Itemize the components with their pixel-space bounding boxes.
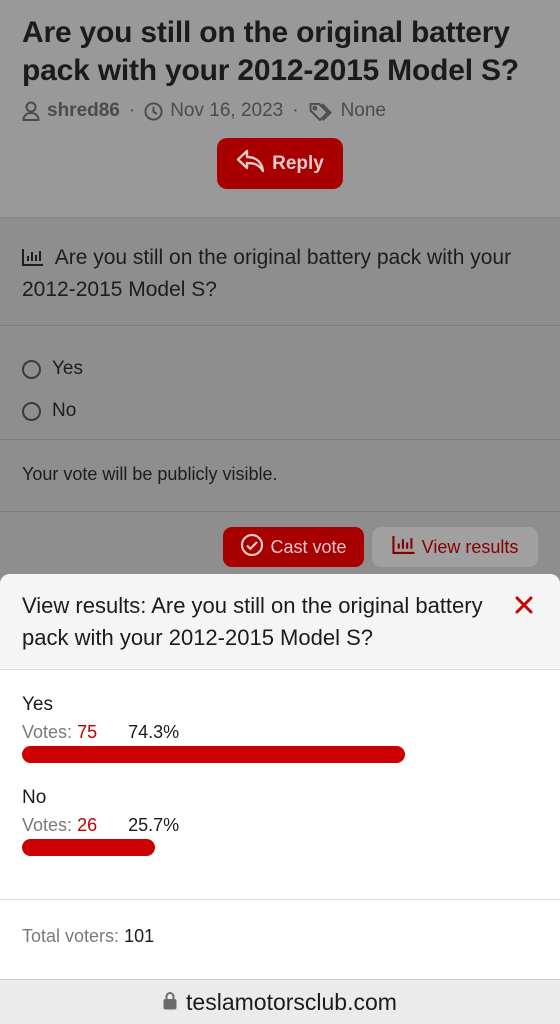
votes-prefix: Votes: bbox=[22, 722, 73, 742]
total-voters-label: Total voters: bbox=[22, 926, 120, 946]
poll-options: Yes No bbox=[0, 326, 560, 440]
reply-button[interactable]: Reply bbox=[217, 138, 343, 189]
lock-icon bbox=[163, 989, 177, 1016]
poll-question-text: Are you still on the original battery pa… bbox=[22, 246, 512, 301]
tag-icon bbox=[308, 102, 334, 121]
poll-chart-icon bbox=[22, 246, 55, 269]
poll-option-yes[interactable]: Yes bbox=[22, 348, 538, 390]
total-voters: Total voters: 101 bbox=[0, 900, 560, 947]
result-votes: Votes: 26 25.7% bbox=[22, 815, 538, 835]
result-label: Yes bbox=[22, 694, 53, 715]
view-results-button[interactable]: View results bbox=[372, 527, 538, 567]
view-results-label: View results bbox=[421, 536, 519, 557]
poll-question: Are you still on the original battery pa… bbox=[0, 218, 560, 326]
reply-icon bbox=[236, 149, 266, 179]
close-icon[interactable] bbox=[512, 593, 536, 617]
vote-count[interactable]: 26 bbox=[77, 815, 97, 835]
results-modal-title: View results: Are you still on the origi… bbox=[22, 593, 483, 650]
poll-chart-icon bbox=[392, 535, 416, 559]
thread-tags: None bbox=[340, 100, 386, 121]
poll-option-no[interactable]: No bbox=[22, 390, 538, 432]
browser-domain: teslamotorsclub.com bbox=[186, 988, 397, 1015]
results-list: Yes Votes: 75 74.3% No Votes: 26 25.7% bbox=[0, 670, 560, 900]
meta-separator: · bbox=[128, 100, 136, 121]
result-bar-track bbox=[22, 746, 538, 763]
vote-percent: 74.3% bbox=[128, 722, 180, 742]
user-icon bbox=[22, 101, 40, 121]
result-bar bbox=[22, 839, 155, 856]
cast-vote-label: Cast vote bbox=[270, 536, 347, 557]
reply-label: Reply bbox=[272, 152, 324, 174]
thread-author[interactable]: shred86 bbox=[47, 100, 120, 122]
poll-option-label: Yes bbox=[52, 358, 83, 379]
result-votes: Votes: 75 74.3% bbox=[22, 722, 538, 742]
total-voters-value: 101 bbox=[124, 926, 155, 946]
check-circle-icon bbox=[240, 533, 264, 562]
vote-count[interactable]: 75 bbox=[77, 722, 97, 742]
vote-percent: 25.7% bbox=[128, 815, 180, 835]
result-label: No bbox=[22, 787, 47, 808]
thread-title: Are you still on the original battery pa… bbox=[22, 16, 519, 87]
result-bar bbox=[22, 746, 405, 763]
result-bar-track bbox=[22, 839, 538, 856]
public-vote-note: Your vote will be publicly visible. bbox=[0, 440, 560, 512]
vote-actions: Cast vote View results bbox=[0, 512, 560, 567]
results-modal: View results: Are you still on the origi… bbox=[0, 574, 560, 979]
result-item: Yes Votes: 75 74.3% bbox=[22, 694, 538, 763]
radio-button[interactable] bbox=[22, 359, 41, 379]
clock-icon bbox=[144, 101, 163, 121]
votes-prefix: Votes: bbox=[22, 815, 73, 835]
meta-separator: · bbox=[292, 100, 299, 121]
results-modal-header: View results: Are you still on the origi… bbox=[0, 574, 560, 670]
browser-address-bar[interactable]: teslamotorsclub.com bbox=[0, 979, 560, 1024]
thread-meta: shred86 · Nov 16, 2023 · None bbox=[22, 100, 538, 122]
result-item: No Votes: 26 25.7% bbox=[22, 787, 538, 856]
thread-date[interactable]: Nov 16, 2023 bbox=[170, 100, 283, 122]
cast-vote-button[interactable]: Cast vote bbox=[223, 527, 364, 567]
thread-header: Are you still on the original battery pa… bbox=[0, 0, 560, 218]
radio-button[interactable] bbox=[22, 401, 41, 421]
poll-option-label: No bbox=[52, 400, 77, 421]
